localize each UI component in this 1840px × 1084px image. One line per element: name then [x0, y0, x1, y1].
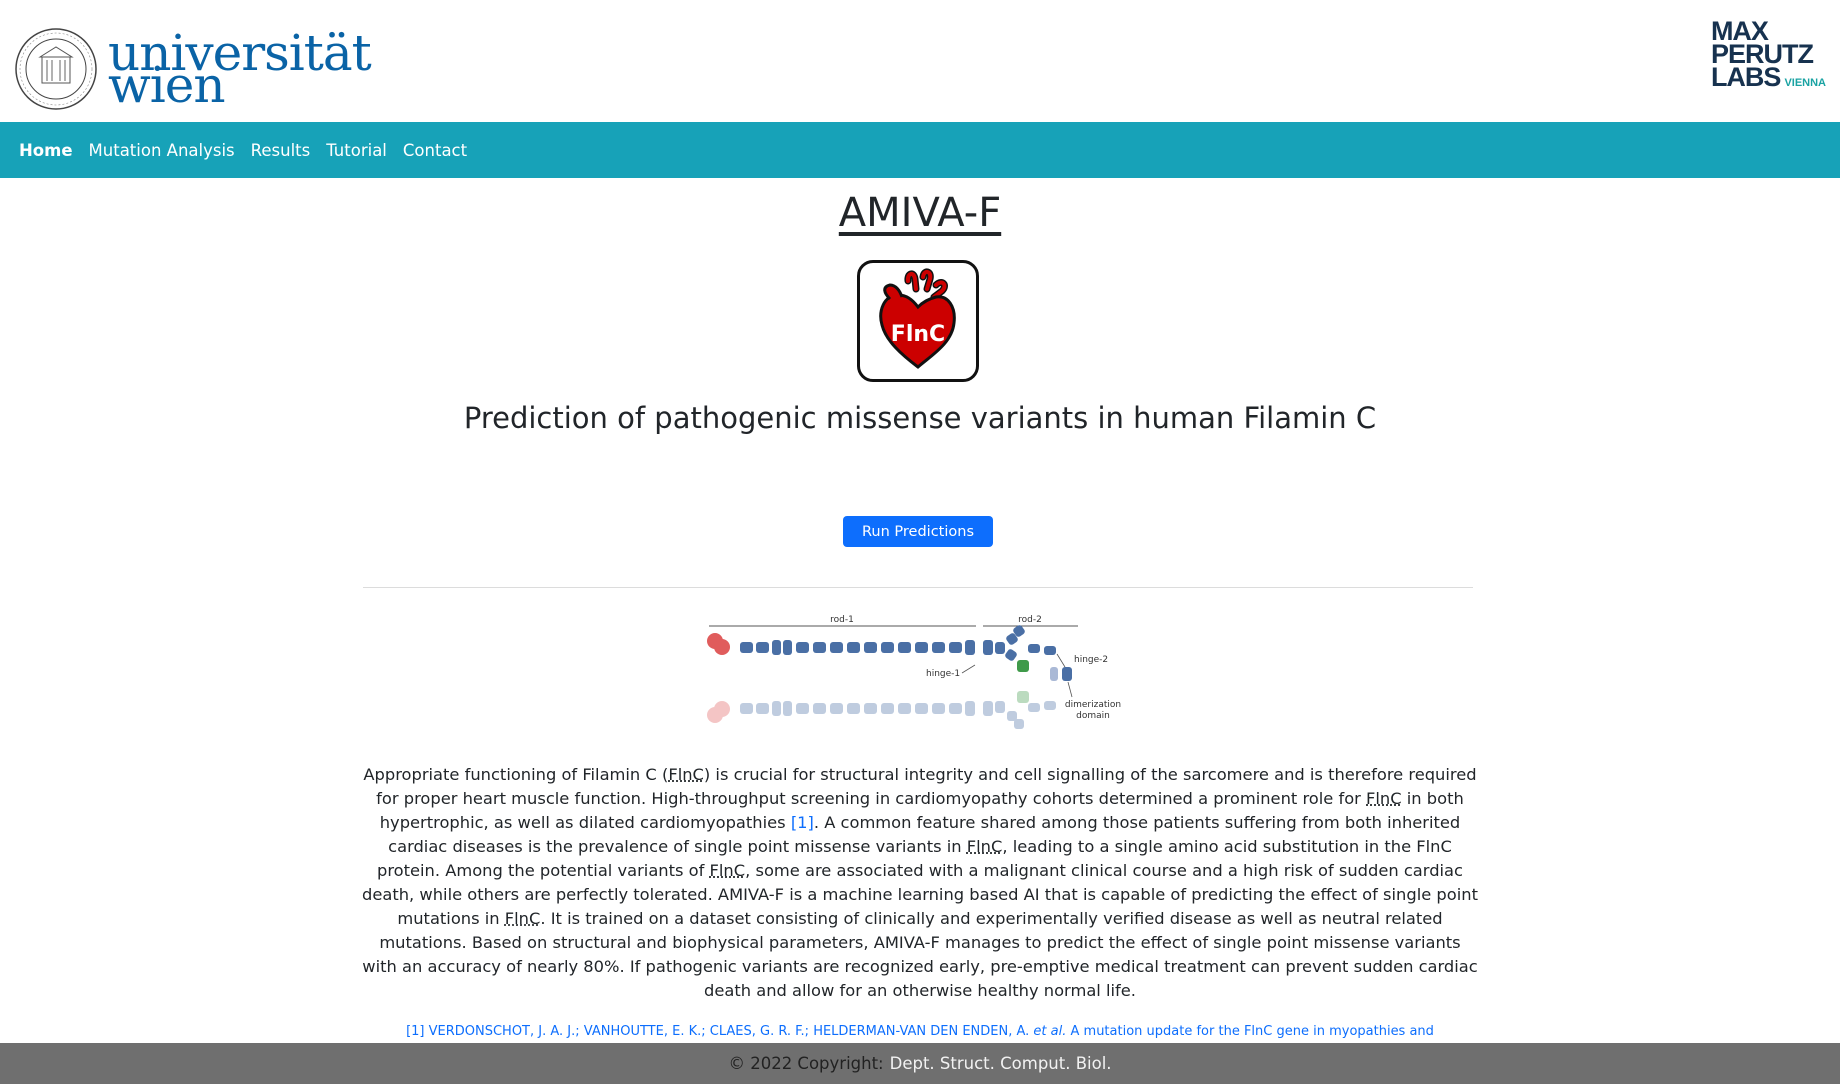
- institute-logo-line3: LABS: [1710, 62, 1781, 92]
- footer-copyright: © 2022 Copyright:: [728, 1054, 884, 1073]
- nav-tutorial[interactable]: Tutorial: [326, 141, 387, 160]
- site-footer: © 2022 Copyright: Dept. Struct. Comput. …: [0, 1043, 1840, 1084]
- filamin-domain-diagram: rod-1 rod-2 hinge-1 hinge-2 dimerization…: [707, 615, 1121, 729]
- rod2-label: rod-2: [1018, 615, 1042, 625]
- flnc-abbr: FlnC: [504, 909, 541, 928]
- reference-link[interactable]: [1] VERDONSCHOT, J. A. J.; VANHOUTTE, E.…: [0, 1024, 1840, 1039]
- flnc-abbr: FlnC: [1366, 789, 1402, 808]
- flnc-abbr: FlnC: [709, 861, 746, 880]
- page-title: AMIVA-F: [838, 190, 1002, 236]
- nav-results[interactable]: Results: [251, 141, 311, 160]
- institute-logo-tag: VIENNA: [1784, 77, 1826, 89]
- institute-logo[interactable]: MAX PERUTZ LABS VIENNA: [1710, 18, 1826, 95]
- hinge2-label: hinge-2: [1074, 655, 1108, 665]
- university-seal-icon: [15, 28, 97, 110]
- citation-link[interactable]: [1]: [791, 813, 814, 832]
- footer-org-link[interactable]: Dept. Struct. Comput. Biol.: [890, 1054, 1112, 1073]
- rod1-label: rod-1: [830, 615, 854, 625]
- run-predictions-button[interactable]: Run Predictions: [843, 516, 993, 547]
- university-logo[interactable]: universität wien: [14, 27, 372, 111]
- nav-contact[interactable]: Contact: [403, 141, 467, 160]
- main-navbar: Home Mutation Analysis Results Tutorial …: [0, 122, 1840, 178]
- intro-paragraph: Appropriate functioning of Filamin C (Fl…: [362, 765, 1478, 1000]
- reference-etal: et al.: [1033, 1024, 1067, 1039]
- hinge1-label: hinge-1: [926, 669, 960, 679]
- nav-home[interactable]: Home: [19, 141, 73, 160]
- site-header: universität wien MAX PERUTZ LABS VIENNA: [0, 0, 1840, 122]
- flnc-abbr: FlnC: [668, 765, 704, 784]
- dimerization-label: dimerization: [1065, 700, 1121, 710]
- app-logo-text: FlnC: [891, 322, 945, 347]
- flnc-abbr: FlnC: [966, 837, 1003, 856]
- nav-mutation-analysis[interactable]: Mutation Analysis: [89, 141, 235, 160]
- page-subtitle: Prediction of pathogenic missense varian…: [463, 401, 1377, 435]
- app-logo: FlnC: [857, 260, 979, 382]
- domain-label: domain: [1076, 711, 1110, 721]
- section-divider: [363, 587, 1473, 588]
- heart-icon: FlnC: [879, 268, 956, 369]
